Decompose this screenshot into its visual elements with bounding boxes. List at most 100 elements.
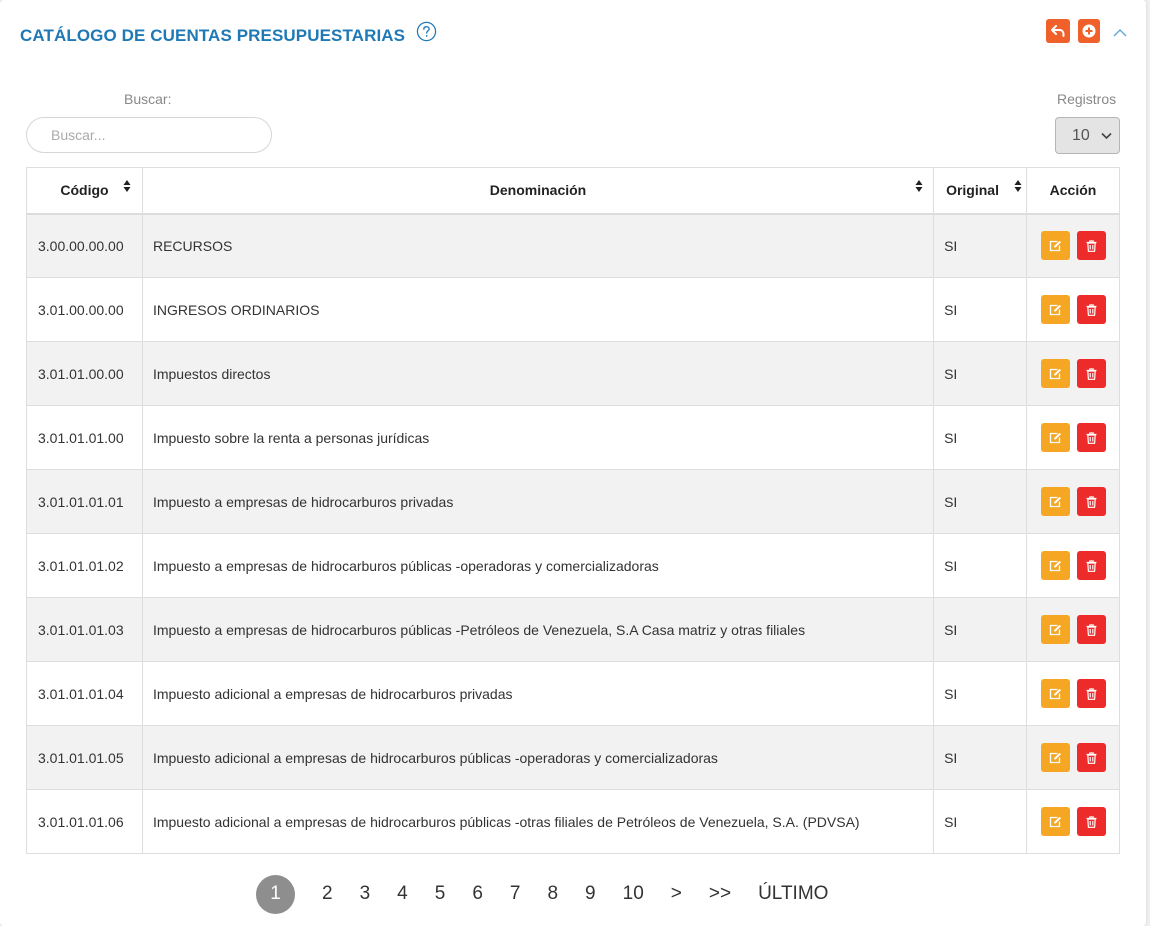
panel-header: CATÁLOGO DE CUENTAS PRESUPUESTARIAS [0, 0, 1146, 70]
edit-icon [1049, 432, 1061, 443]
cell-original: SI [933, 533, 1028, 598]
column-header-original[interactable]: Original [933, 167, 1028, 215]
table-header-row: Código Denominación Original Acción [26, 167, 1120, 215]
cell-code: 3.01.01.01.00 [26, 405, 143, 470]
cell-denomination: Impuesto a empresas de hidrocarburos pri… [141, 469, 935, 534]
search-input[interactable] [26, 117, 272, 153]
trash-icon [1086, 559, 1096, 572]
cell-denomination: Impuestos directos [141, 341, 935, 406]
edit-icon [1049, 304, 1061, 315]
pagination: 1 2 3 4 5 6 7 8 9 10 > >> ÚLTIMO [256, 874, 847, 914]
edit-button[interactable] [1040, 615, 1070, 644]
cell-actions [1026, 405, 1120, 470]
trash-icon [1086, 815, 1096, 828]
edit-button[interactable] [1040, 679, 1070, 708]
edit-icon [1049, 624, 1061, 635]
cell-original: SI [933, 661, 1028, 726]
chevron-down-icon [1101, 132, 1112, 140]
page-6-button[interactable]: 6 [464, 875, 491, 913]
page-4-button[interactable]: 4 [389, 875, 416, 913]
column-header-name[interactable]: Denominación [141, 167, 935, 215]
page-9-button[interactable]: 9 [577, 875, 604, 913]
edit-icon [1049, 496, 1061, 507]
table-body: 3.00.00.00.00 RECURSOS SI 3.01.00.00.00 INGR… [26, 213, 1120, 854]
cell-original: SI [933, 597, 1028, 662]
page-2-button[interactable]: 2 [314, 875, 341, 913]
column-header-label: Acción [1049, 182, 1097, 199]
edit-button[interactable] [1040, 295, 1070, 324]
edit-button[interactable] [1040, 487, 1070, 516]
page-8-button[interactable]: 8 [539, 875, 566, 913]
cell-actions [1026, 213, 1120, 278]
edit-button[interactable] [1040, 231, 1070, 261]
delete-button[interactable] [1076, 487, 1106, 516]
column-header-code[interactable]: Código [26, 167, 143, 215]
last-page-button[interactable]: ÚLTIMO [750, 875, 836, 913]
cell-code: 3.01.01.01.06 [26, 789, 143, 854]
column-header-label: Código [60, 182, 109, 199]
add-account-button[interactable] [1078, 19, 1100, 43]
delete-button[interactable] [1076, 679, 1106, 708]
edit-button[interactable] [1040, 807, 1070, 836]
delete-button[interactable] [1076, 295, 1106, 324]
page-3-button[interactable]: 3 [352, 875, 379, 913]
cell-denomination: Impuesto adicional a empresas de hidroca… [141, 661, 935, 726]
back-button[interactable] [1046, 19, 1070, 43]
column-header-label: Original [946, 182, 999, 199]
cell-original: SI [933, 725, 1028, 790]
trash-icon [1086, 240, 1096, 252]
page-5-button[interactable]: 5 [427, 875, 454, 913]
trash-icon [1086, 431, 1096, 444]
edit-button[interactable] [1040, 551, 1070, 580]
records-per-page-select[interactable]: 10 [1055, 117, 1120, 154]
edit-button[interactable] [1040, 743, 1070, 772]
table-row: 3.01.01.01.04 Impuesto adicional a empres… [26, 661, 1120, 726]
fast-forward-button[interactable]: >> [701, 875, 739, 913]
table-row: 3.01.01.01.01 Impuesto a empresas de hidr… [26, 469, 1120, 534]
page-1-button[interactable]: 1 [256, 874, 295, 914]
cell-actions [1026, 597, 1120, 662]
delete-button[interactable] [1076, 231, 1106, 261]
cell-denomination: Impuesto a empresas de hidrocarburos púb… [141, 533, 935, 598]
trash-icon [1086, 751, 1096, 764]
table-row: 3.00.00.00.00 RECURSOS SI [26, 213, 1120, 278]
edit-icon [1049, 560, 1061, 571]
table-row: 3.01.01.01.05 Impuesto adicional a empres… [26, 725, 1120, 790]
question-circle-icon[interactable] [416, 21, 437, 42]
accounts-table: Código Denominación Original Acción 3.00… [26, 167, 1120, 854]
delete-button[interactable] [1076, 743, 1106, 772]
page-7-button[interactable]: 7 [502, 875, 529, 913]
cell-original: SI [933, 405, 1028, 470]
delete-button[interactable] [1076, 423, 1106, 452]
cell-actions [1026, 533, 1120, 598]
table-row: 3.01.01.01.02 Impuesto a empresas de hidr… [26, 533, 1120, 598]
cell-code: 3.01.01.01.02 [26, 533, 143, 598]
cell-code: 3.01.01.01.03 [26, 597, 143, 662]
cell-actions [1026, 725, 1120, 790]
delete-button[interactable] [1076, 359, 1106, 388]
search-label: Buscar: [124, 91, 172, 107]
next-page-button[interactable]: > [663, 875, 690, 913]
delete-button[interactable] [1076, 615, 1106, 644]
page-title: CATÁLOGO DE CUENTAS PRESUPUESTARIAS [20, 26, 406, 45]
trash-icon [1086, 687, 1096, 700]
table-row: 3.01.01.01.06 Impuesto adicional a empres… [26, 789, 1120, 854]
cell-original: SI [933, 277, 1028, 342]
cell-denomination: Impuesto a empresas de hidrocarburos púb… [141, 597, 935, 662]
table-row: 3.01.01.00.00 Impuestos directos SI [26, 341, 1120, 406]
trash-icon [1086, 623, 1096, 636]
cell-original: SI [933, 789, 1028, 854]
trash-icon [1086, 495, 1096, 508]
budget-accounts-panel: CATÁLOGO DE CUENTAS PRESUPUESTARIAS Busc… [0, 0, 1146, 926]
page-10-button[interactable]: 10 [615, 875, 652, 913]
cell-denomination: Impuesto adicional a empresas de hidroca… [141, 789, 935, 854]
delete-button[interactable] [1076, 807, 1106, 836]
cell-original: SI [933, 213, 1028, 278]
edit-button[interactable] [1040, 359, 1070, 388]
edit-button[interactable] [1040, 423, 1070, 452]
chevron-up-icon[interactable] [1112, 27, 1128, 39]
cell-actions [1026, 661, 1120, 726]
cell-code: 3.01.01.01.01 [26, 469, 143, 534]
trash-icon [1086, 367, 1096, 380]
delete-button[interactable] [1076, 551, 1106, 580]
